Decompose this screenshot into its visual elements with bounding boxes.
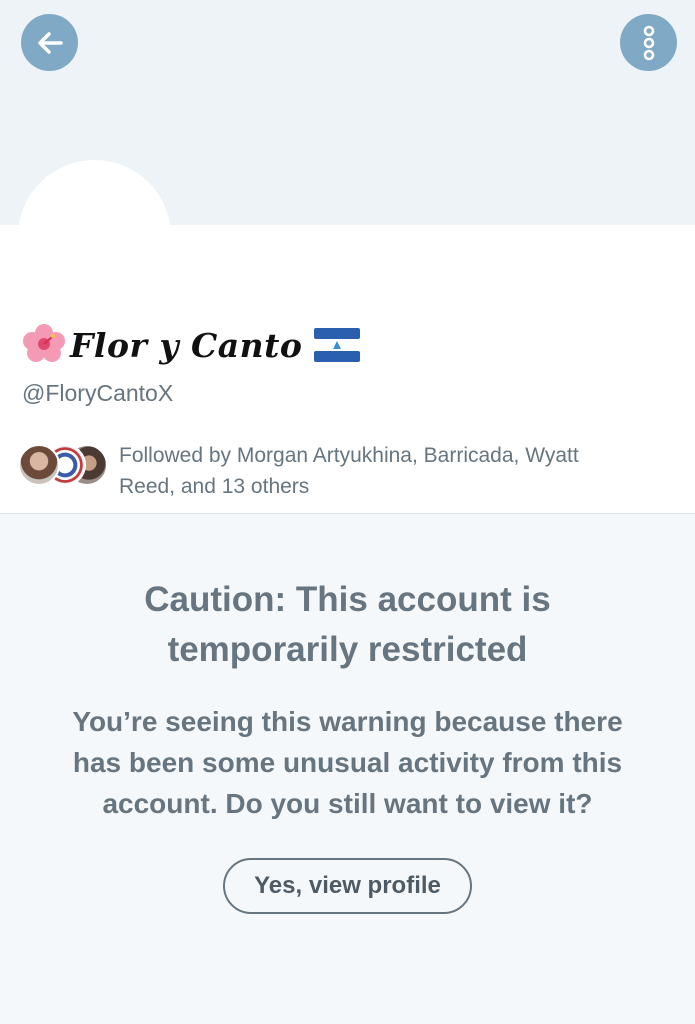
followed-by-row[interactable]: Followed by Morgan Artyukhina, Barricada…: [18, 440, 639, 502]
display-name-row: Flor y Canto: [22, 322, 361, 368]
more-vertical-icon: [643, 25, 654, 60]
avatar[interactable]: [18, 160, 171, 313]
warning-body: You’re seeing this warning because there…: [72, 706, 623, 819]
view-profile-button[interactable]: Yes, view profile: [223, 858, 472, 914]
profile-handle: @FloryCantoX: [22, 380, 174, 406]
arrow-left-icon: [37, 31, 63, 54]
followed-by-text: Followed by Morgan Artyukhina, Barricada…: [119, 444, 579, 498]
warning-title: Caution: This account is temporarily res…: [144, 580, 551, 669]
display-name: Flor y Canto: [70, 325, 303, 365]
follower-facepile: [18, 440, 110, 488]
more-options-button[interactable]: [620, 14, 677, 71]
restriction-warning: Caution: This account is temporarily res…: [0, 575, 695, 914]
follower-avatar: [18, 444, 60, 486]
nicaragua-flag-icon: [314, 328, 361, 362]
back-button[interactable]: [21, 14, 78, 71]
hibiscus-icon: [23, 324, 65, 362]
